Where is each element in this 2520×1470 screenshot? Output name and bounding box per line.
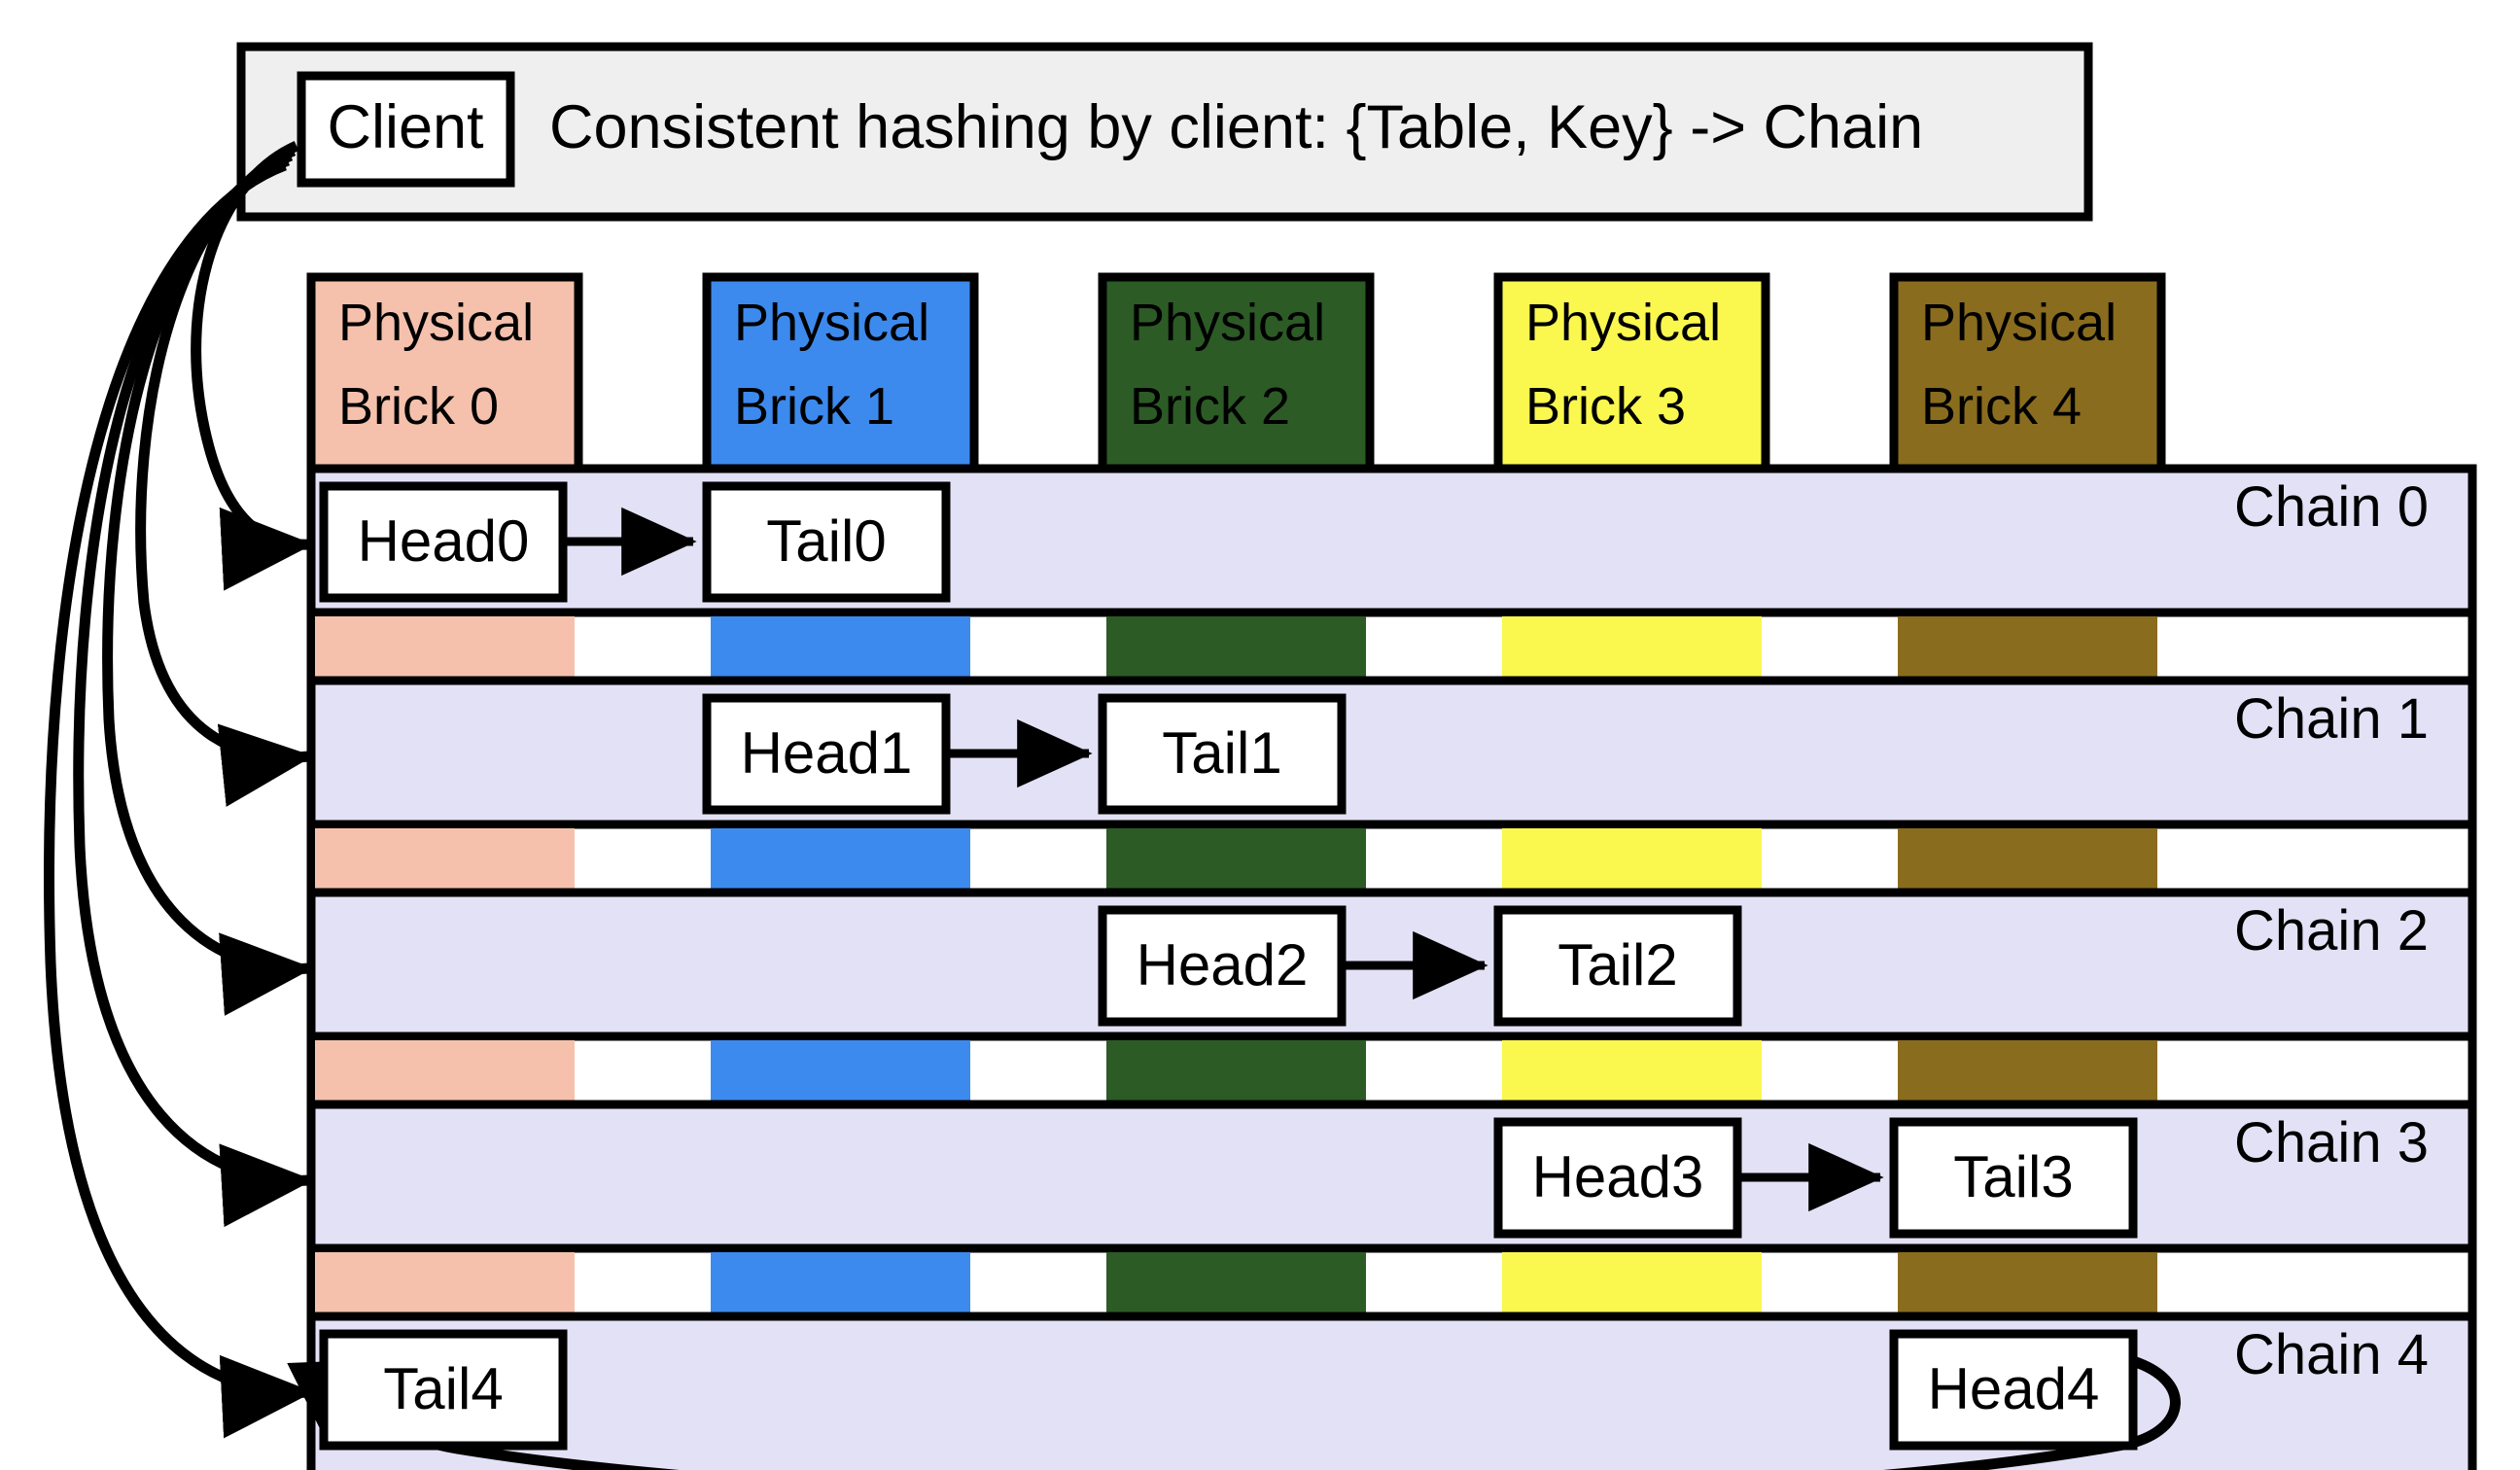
chain-1-label: Chain 1 xyxy=(2234,687,2429,751)
brick-header-3-line1: Physical xyxy=(1525,294,1721,352)
header-panel: Client Consistent hashing by client: {Ta… xyxy=(236,42,2093,222)
brick-strip-1-seg-1 xyxy=(711,828,970,891)
client-arrow-chain-4 xyxy=(44,159,314,1439)
brick-strip-1 xyxy=(306,820,2477,899)
brick-header-2-line2: Brick 2 xyxy=(1130,377,1290,436)
brick-header-3-line2: Brick 3 xyxy=(1525,377,1686,436)
chain-1-head-label: Head1 xyxy=(741,720,913,786)
diagram-canvas: Client Consistent hashing by client: {Ta… xyxy=(44,42,2477,1470)
brick-strip-3-seg-3 xyxy=(1502,1252,1762,1314)
chain-3-tail-label: Tail3 xyxy=(1953,1144,2073,1209)
client-arrow-chain-1 xyxy=(135,145,314,807)
chain-0-tail-label: Tail0 xyxy=(766,508,886,574)
brick-strip-3-seg-4 xyxy=(1898,1252,2157,1314)
chain-1-tail-label: Tail1 xyxy=(1162,720,1281,786)
brick-strip-0 xyxy=(306,608,2477,687)
brick-strip-2-seg-4 xyxy=(1898,1040,2157,1102)
chain-row-4: Tail4 Head4 Chain 4 xyxy=(287,1312,2477,1470)
brick-strip-3 xyxy=(306,1243,2477,1323)
chain-row-4-background xyxy=(306,1312,2477,1470)
brick-strip-0-seg-1 xyxy=(711,616,970,679)
brick-strip-1-seg-0 xyxy=(315,828,575,891)
brick-header-4: Physical Brick 4 xyxy=(1889,272,2166,473)
brick-strip-1-seg-2 xyxy=(1106,828,1366,891)
client-label: Client xyxy=(327,93,484,161)
brick-strip-2 xyxy=(306,1032,2477,1111)
brick-header-0-line2: Brick 0 xyxy=(338,377,499,436)
brick-strip-1-seg-4 xyxy=(1898,828,2157,891)
brick-strip-2-seg-0 xyxy=(315,1040,575,1102)
chain-3-head-label: Head3 xyxy=(1532,1144,1704,1209)
brick-header-2-line1: Physical xyxy=(1130,294,1325,352)
chain-4-label: Chain 4 xyxy=(2234,1323,2429,1386)
chain-2-tail-label: Tail2 xyxy=(1558,932,1677,998)
client-dispatch-arrows xyxy=(44,140,314,1439)
brick-strip-3-seg-0 xyxy=(315,1252,575,1314)
brick-header-3: Physical Brick 3 xyxy=(1493,272,1770,473)
brick-strip-0-seg-4 xyxy=(1898,616,2157,679)
brick-header-0-line1: Physical xyxy=(338,294,534,352)
brick-strip-3-seg-2 xyxy=(1106,1252,1366,1314)
brick-header-1-line1: Physical xyxy=(734,294,929,352)
brick-strip-2-seg-3 xyxy=(1502,1040,1762,1102)
brick-strip-1-seg-3 xyxy=(1502,828,1762,891)
brick-strip-3-seg-1 xyxy=(711,1252,970,1314)
brick-strip-0-seg-0 xyxy=(315,616,575,679)
brick-strip-0-seg-2 xyxy=(1106,616,1366,679)
brick-header-2: Physical Brick 2 xyxy=(1098,272,1375,473)
chain-0-label: Chain 0 xyxy=(2234,475,2429,539)
physical-brick-headers: Physical Brick 0 Physical Brick 1 Physic… xyxy=(306,272,2166,473)
brick-header-1-line2: Brick 1 xyxy=(734,377,894,436)
chain-0-head-label: Head0 xyxy=(358,508,530,574)
brick-header-4-line2: Brick 4 xyxy=(1921,377,2082,436)
chain-replication-diagram: Client Consistent hashing by client: {Ta… xyxy=(0,0,2520,1470)
chain-4-head-label: Head4 xyxy=(1928,1356,2100,1421)
header-caption: Consistent hashing by client: {Table, Ke… xyxy=(549,93,1923,161)
brick-header-1: Physical Brick 1 xyxy=(702,272,979,473)
chain-4-tail-label: Tail4 xyxy=(383,1356,503,1421)
brick-header-0: Physical Brick 0 xyxy=(306,272,583,473)
brick-strip-0-seg-3 xyxy=(1502,616,1762,679)
chain-2-label: Chain 2 xyxy=(2234,899,2429,962)
brick-strip-2-seg-2 xyxy=(1106,1040,1366,1102)
brick-strip-2-seg-1 xyxy=(711,1040,970,1102)
brick-header-4-line1: Physical xyxy=(1921,294,2117,352)
chain-2-head-label: Head2 xyxy=(1137,932,1309,998)
chain-3-label: Chain 3 xyxy=(2234,1111,2429,1174)
